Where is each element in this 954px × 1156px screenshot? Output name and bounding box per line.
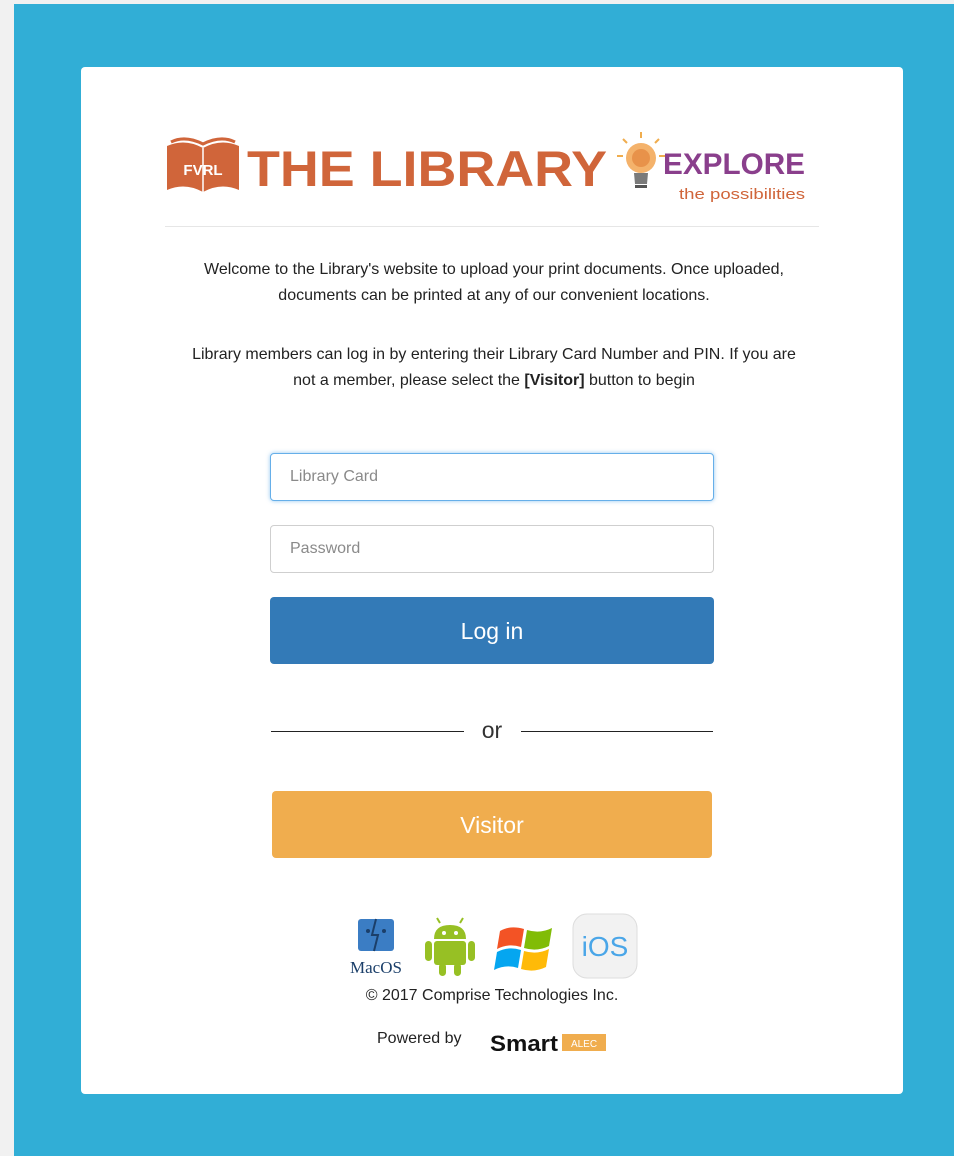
intro-paragraph-1: Welcome to the Library's website to uplo… (100, 257, 888, 309)
smartalec-logo: Smart ALEC (490, 1031, 606, 1056)
library-logo: FVRL THE LIBRARY EXPLORE the possibiliti… (167, 132, 805, 203)
android-icon (425, 917, 475, 976)
login-card (81, 67, 903, 1094)
copyright-text: © 2017 Comprise Technologies Inc. (365, 987, 619, 1004)
password-input[interactable] (270, 525, 714, 573)
ios-label: iOS (582, 931, 629, 962)
logo-divider (165, 226, 819, 227)
ios-icon: iOS (572, 913, 638, 979)
powered-by-label: Powered by (377, 1030, 462, 1047)
logo-tagline: the possibilities (679, 186, 805, 203)
macos-icon: MacOS (350, 918, 402, 977)
windows-icon (494, 927, 552, 971)
intro-line: Library members can log in by entering t… (192, 346, 796, 363)
logo-badge-text: FVRL (183, 162, 222, 179)
or-divider-right (521, 731, 713, 732)
intro-paragraph-2: Library members can log in by entering t… (100, 342, 888, 394)
or-divider-left (271, 731, 464, 732)
intro-text: button to begin (584, 372, 695, 389)
intro-line: documents can be printed at any of our c… (278, 287, 710, 304)
logo-name: THE LIBRARY (247, 141, 607, 197)
library-card-input[interactable] (270, 453, 714, 501)
powered-by: Powered by (377, 1030, 462, 1048)
login-button[interactable]: Log in (270, 597, 714, 664)
lightbulb-icon (617, 132, 665, 188)
intro-line: Welcome to the Library's website to uplo… (204, 261, 784, 278)
macos-label: MacOS (350, 958, 402, 977)
visitor-button[interactable]: Visitor (272, 791, 712, 858)
smartalec-smart: Smart (490, 1031, 559, 1056)
smartalec-alec: ALEC (571, 1039, 597, 1050)
intro-text: not a member, please select the (293, 372, 525, 389)
logo-explore: EXPLORE (663, 148, 805, 181)
intro-line: not a member, please select the [Visitor… (100, 368, 888, 394)
or-label: or (481, 717, 503, 743)
visitor-emphasis: [Visitor] (524, 372, 585, 389)
